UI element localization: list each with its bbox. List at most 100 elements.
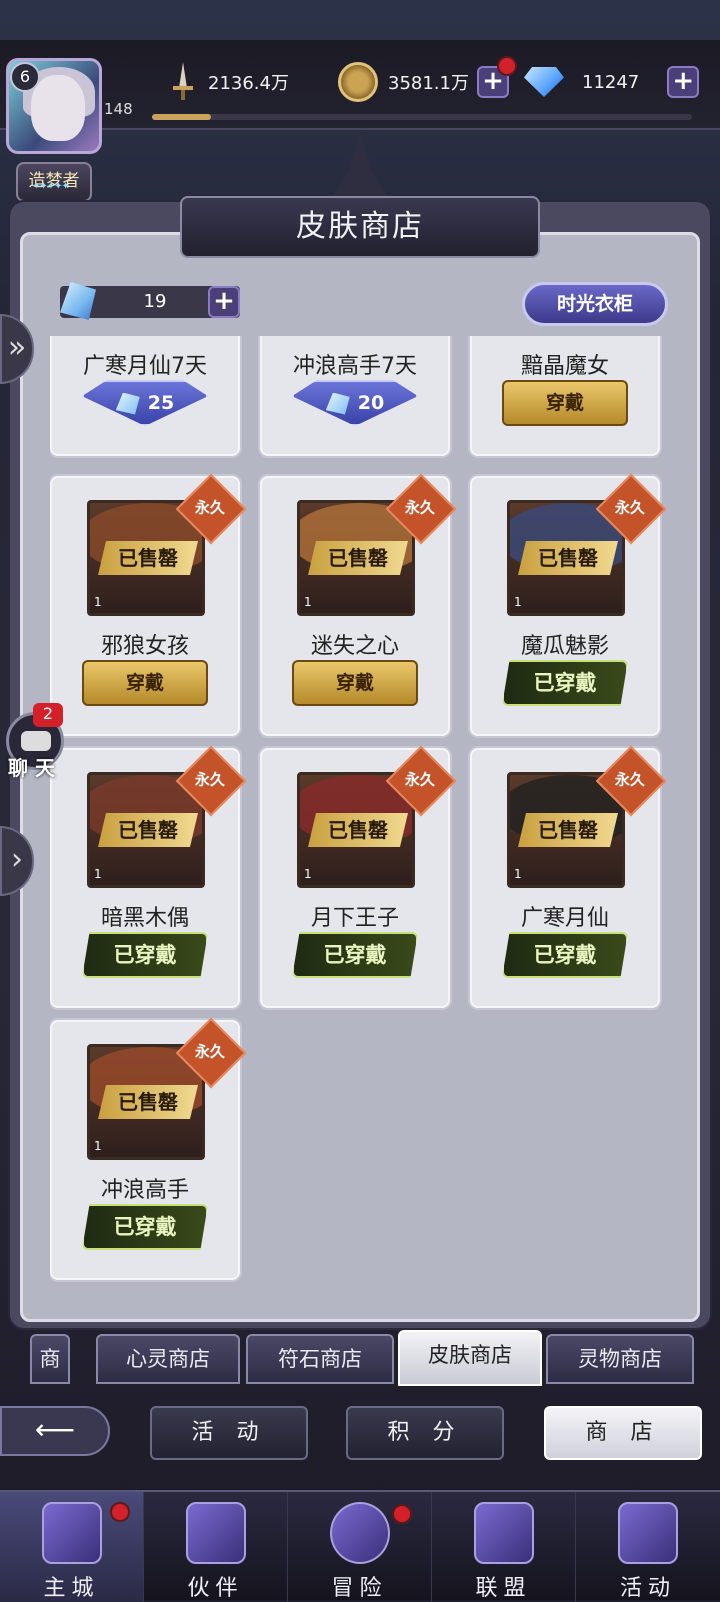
permanent-label: 永久 [614,498,645,517]
skin-card[interactable]: 已售罄 1 永久 邪狼女孩 穿戴 [50,473,247,736]
player-level: 6 [10,62,40,92]
nav-alliance[interactable]: 联盟 [432,1492,576,1602]
skin-card[interactable]: 冲浪高手7天 20 [260,336,450,456]
store-button[interactable]: 商 店 [544,1406,702,1460]
diamond-resource: 11247 + [524,62,700,102]
wear-button[interactable]: 穿戴 [82,660,208,706]
points-button[interactable]: 积 分 [346,1406,504,1460]
skin-name: 冲浪高手 [100,1178,189,1203]
sword-icon [173,62,193,100]
coin-icon [338,62,378,102]
skin-card[interactable]: 已售罄 1 永久 冲浪高手 已穿戴 [50,1017,247,1280]
buy-button[interactable]: 25 [82,380,208,426]
worn-label: 已穿戴 [82,1204,208,1250]
skin-card[interactable]: 已售罄 1 永久 迷失之心 穿戴 [260,473,457,736]
skin-name: 广寒月仙 [520,906,609,931]
player-title-badge: 造梦者 ✦✦✦✦✦ [16,162,92,202]
player-xp: 148 [104,100,133,118]
permanent-label: 永久 [194,1042,225,1061]
xp-bar-fill [152,114,212,120]
worn-label: 已穿戴 [502,932,628,978]
diamond-icon [524,67,564,97]
notification-dot [392,1504,412,1524]
nav-label: 主城 [43,1576,100,1601]
skin-card[interactable]: 已售罄 1 永久 广寒月仙 已穿戴 [470,745,667,1008]
crystal-amount: 19 [143,291,167,312]
gold-value: 3581.1万 [388,73,469,94]
owned-count: 1 [94,595,102,609]
cards-icon [618,1502,678,1564]
star-icons: ✦✦✦✦✦ [32,181,70,192]
crystal-icon [60,282,96,320]
tab-soul-shop[interactable]: 心灵商店 [96,1334,240,1384]
diamond-value: 11247 [582,71,640,93]
worn-label: 已穿戴 [292,932,418,978]
skin-name: 暗黑木偶 [100,906,189,931]
permanent-label: 永久 [194,770,225,789]
nav-activities[interactable]: 活动 [576,1492,720,1602]
sold-out-label: 已售罄 [98,541,198,575]
skin-name: 迷失之心 [310,634,399,659]
tab-rune-shop[interactable]: 符石商店 [246,1334,394,1384]
crystal-icon [325,392,350,415]
avatar-face [31,75,85,141]
skin-name: 邪狼女孩 [100,634,189,659]
skin-card[interactable]: 已售罄 1 永久 魔瓜魅影 已穿戴 [470,473,667,736]
castle-icon [42,1502,102,1564]
power-value: 2136.4万 [208,73,289,94]
owned-count: 1 [304,595,312,609]
owned-count: 1 [304,867,312,881]
gold-resource: 3581.1万 + [338,56,517,102]
shop-tabs: 商店 心灵商店 符石商店 皮肤商店 灵物商店 [30,1330,710,1386]
skin-card[interactable]: 黯晶魔女 穿戴 [470,336,660,456]
skin-card[interactable]: 广寒月仙7天 25 [50,336,240,456]
nav-label: 活动 [619,1576,676,1601]
chat-badge: 2 [33,703,63,727]
worn-label: 已穿戴 [82,932,208,978]
skin-card[interactable]: 已售罄 1 永久 月下王子 已穿戴 [260,745,457,1008]
shop-title: 皮肤商店 [180,196,540,258]
permanent-label: 永久 [614,770,645,789]
tab-skin-shop[interactable]: 皮肤商店 [398,1330,542,1386]
tab-shop[interactable]: 商店 [30,1334,70,1384]
notification-dot [110,1502,130,1522]
nav-label: 伙伴 [187,1576,244,1601]
activity-button[interactable]: 活 动 [150,1406,308,1460]
skin-card[interactable]: 已售罄 1 永久 暗黑木偶 已穿戴 [50,745,247,1008]
shield-icon [474,1502,534,1564]
add-diamond-button[interactable]: + [667,66,700,98]
wizard-hat-icon [186,1502,246,1564]
sold-out-label: 已售罄 [98,813,198,847]
permanent-label: 永久 [194,498,225,517]
nav-main-city[interactable]: 主城 [0,1492,144,1602]
wear-button[interactable]: 穿戴 [502,380,628,426]
wear-button[interactable]: 穿戴 [292,660,418,706]
sold-out-label: 已售罄 [98,1085,198,1119]
tab-spirit-shop[interactable]: 灵物商店 [546,1334,694,1384]
nav-partners[interactable]: 伙伴 [144,1492,288,1602]
add-crystal-button[interactable]: + [208,286,240,318]
skin-name: 魔瓜魅影 [520,634,609,659]
skin-name: 冲浪高手7天 [293,354,417,379]
power-resource: 2136.4万 [168,62,289,102]
owned-count: 1 [94,867,102,881]
owned-count: 1 [94,1139,102,1153]
buy-button[interactable]: 20 [292,380,418,426]
chat-bubble-icon [21,731,51,751]
nav-adventure[interactable]: 冒险 [288,1492,432,1602]
permanent-label: 永久 [404,498,435,517]
sold-out-label: 已售罄 [518,813,618,847]
compass-icon [330,1502,390,1564]
back-button[interactable]: ⟵ [0,1406,110,1456]
nav-label: 联盟 [475,1576,532,1601]
worn-label: 已穿戴 [502,660,628,706]
crystal-icon [115,392,140,415]
skin-name: 广寒月仙7天 [83,354,207,379]
sold-out-label: 已售罄 [518,541,618,575]
price: 25 [147,392,175,414]
permanent-label: 永久 [404,770,435,789]
skin-grid: 广寒月仙7天 25 冲浪高手7天 20 黯晶魔女 穿戴 已售罄 1 永久 邪狼女孩… [50,336,670,1306]
wardrobe-button[interactable]: 时光衣柜 [522,282,668,326]
sold-out-label: 已售罄 [308,813,408,847]
add-gold-button[interactable]: + [476,56,517,98]
